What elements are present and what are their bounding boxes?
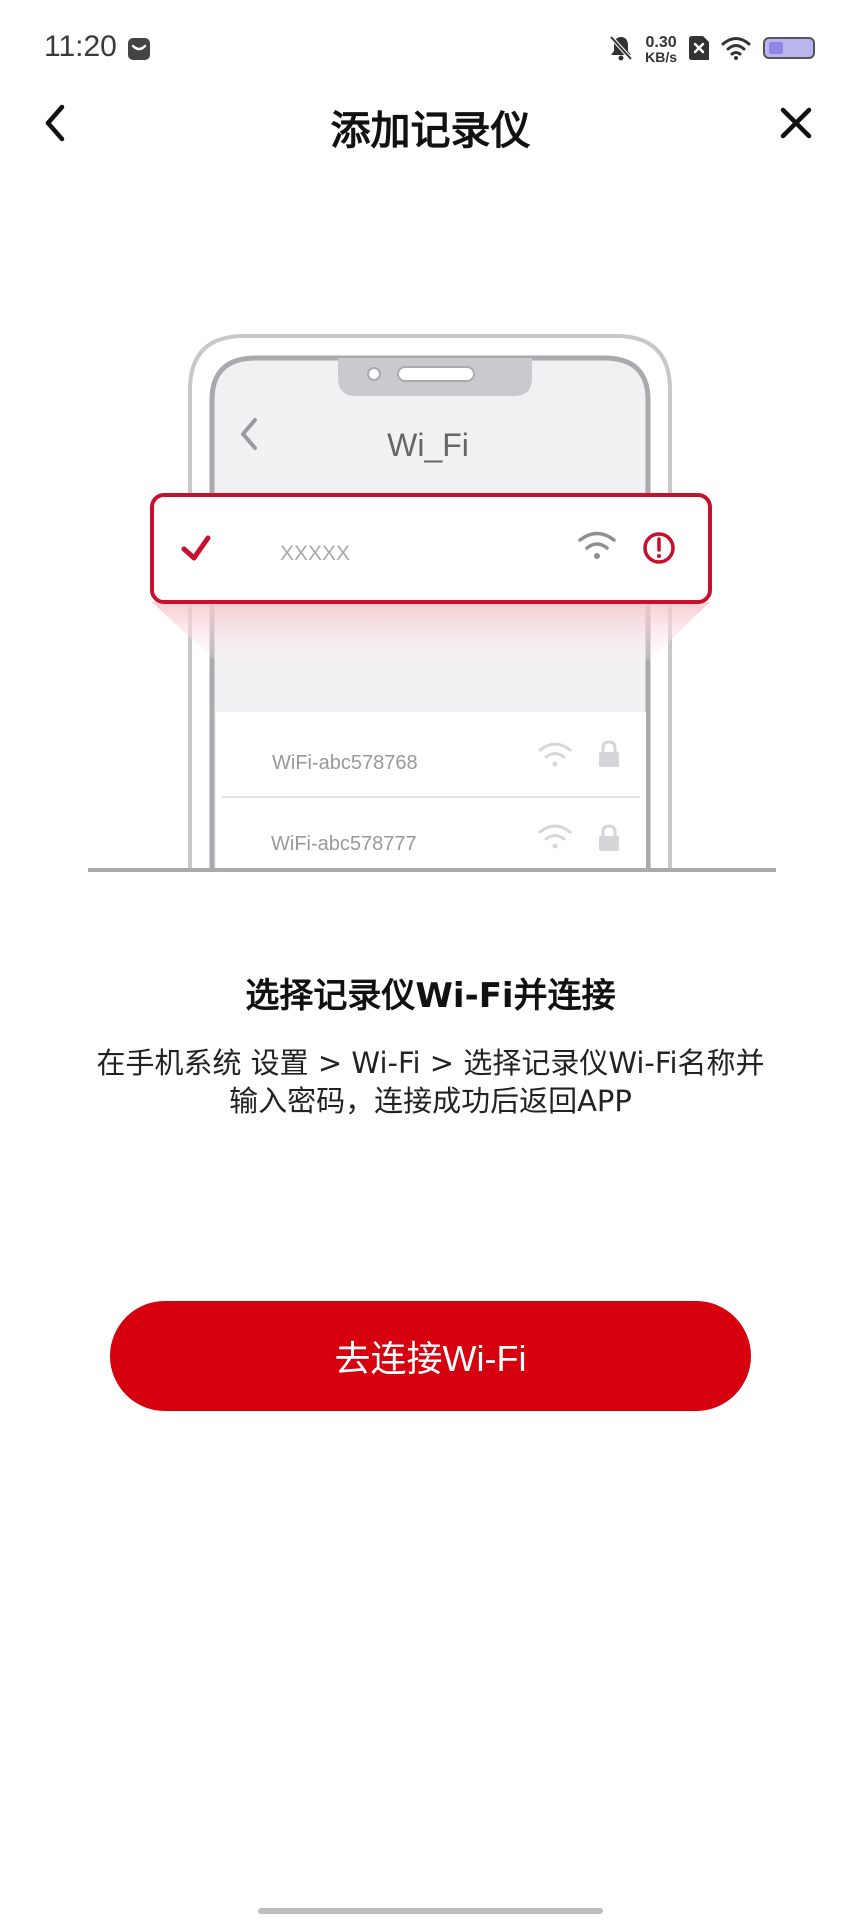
instruction-line: 输入密码，连接成功后返回APP	[229, 1084, 632, 1118]
status-time: 11:20	[44, 30, 117, 63]
instruction-title: 选择记录仪Wi-Fi并连接	[245, 976, 616, 1016]
connect-wifi-button[interactable]: 去连接Wi-Fi	[110, 1301, 751, 1411]
battery-icon	[763, 36, 817, 64]
sim-off-icon	[689, 36, 709, 64]
instruction-text: 在手机系统 设置 > Wi-Fi > 选择记录仪Wi-Fi名称并 输入密码，连接…	[60, 1044, 801, 1120]
page-title: 添加记录仪	[330, 108, 531, 154]
phone-wifi-title: Wi_Fi	[387, 427, 469, 463]
close-icon	[779, 106, 813, 144]
network-name: WiFi-abc578768	[272, 752, 418, 774]
network-name: WiFi-abc578777	[271, 833, 417, 855]
bell-muted-icon	[609, 35, 633, 65]
net-speed-unit: KB/s	[645, 49, 677, 65]
message-icon	[128, 38, 150, 64]
selected-network-name: XXXXX	[280, 542, 350, 565]
status-bar: 11:20 0.30 KB/s	[0, 0, 861, 100]
net-speed-value: 0.30	[645, 34, 677, 51]
instruction-line: 在手机系统 设置 > Wi-Fi > 选择记录仪Wi-Fi名称并	[96, 1046, 765, 1080]
selected-network-card	[150, 493, 712, 604]
wifi-illustration: Wi_Fi XXXXX WiFi-abc578768 WiFi-abc57877…	[0, 320, 861, 880]
close-button[interactable]	[771, 100, 821, 150]
net-speed: 0.30 KB/s	[645, 34, 677, 65]
home-indicator[interactable]	[258, 1908, 603, 1914]
status-icons: 0.30 KB/s	[609, 32, 817, 68]
wifi-icon	[721, 36, 751, 64]
header: 添加记录仪	[0, 90, 861, 160]
